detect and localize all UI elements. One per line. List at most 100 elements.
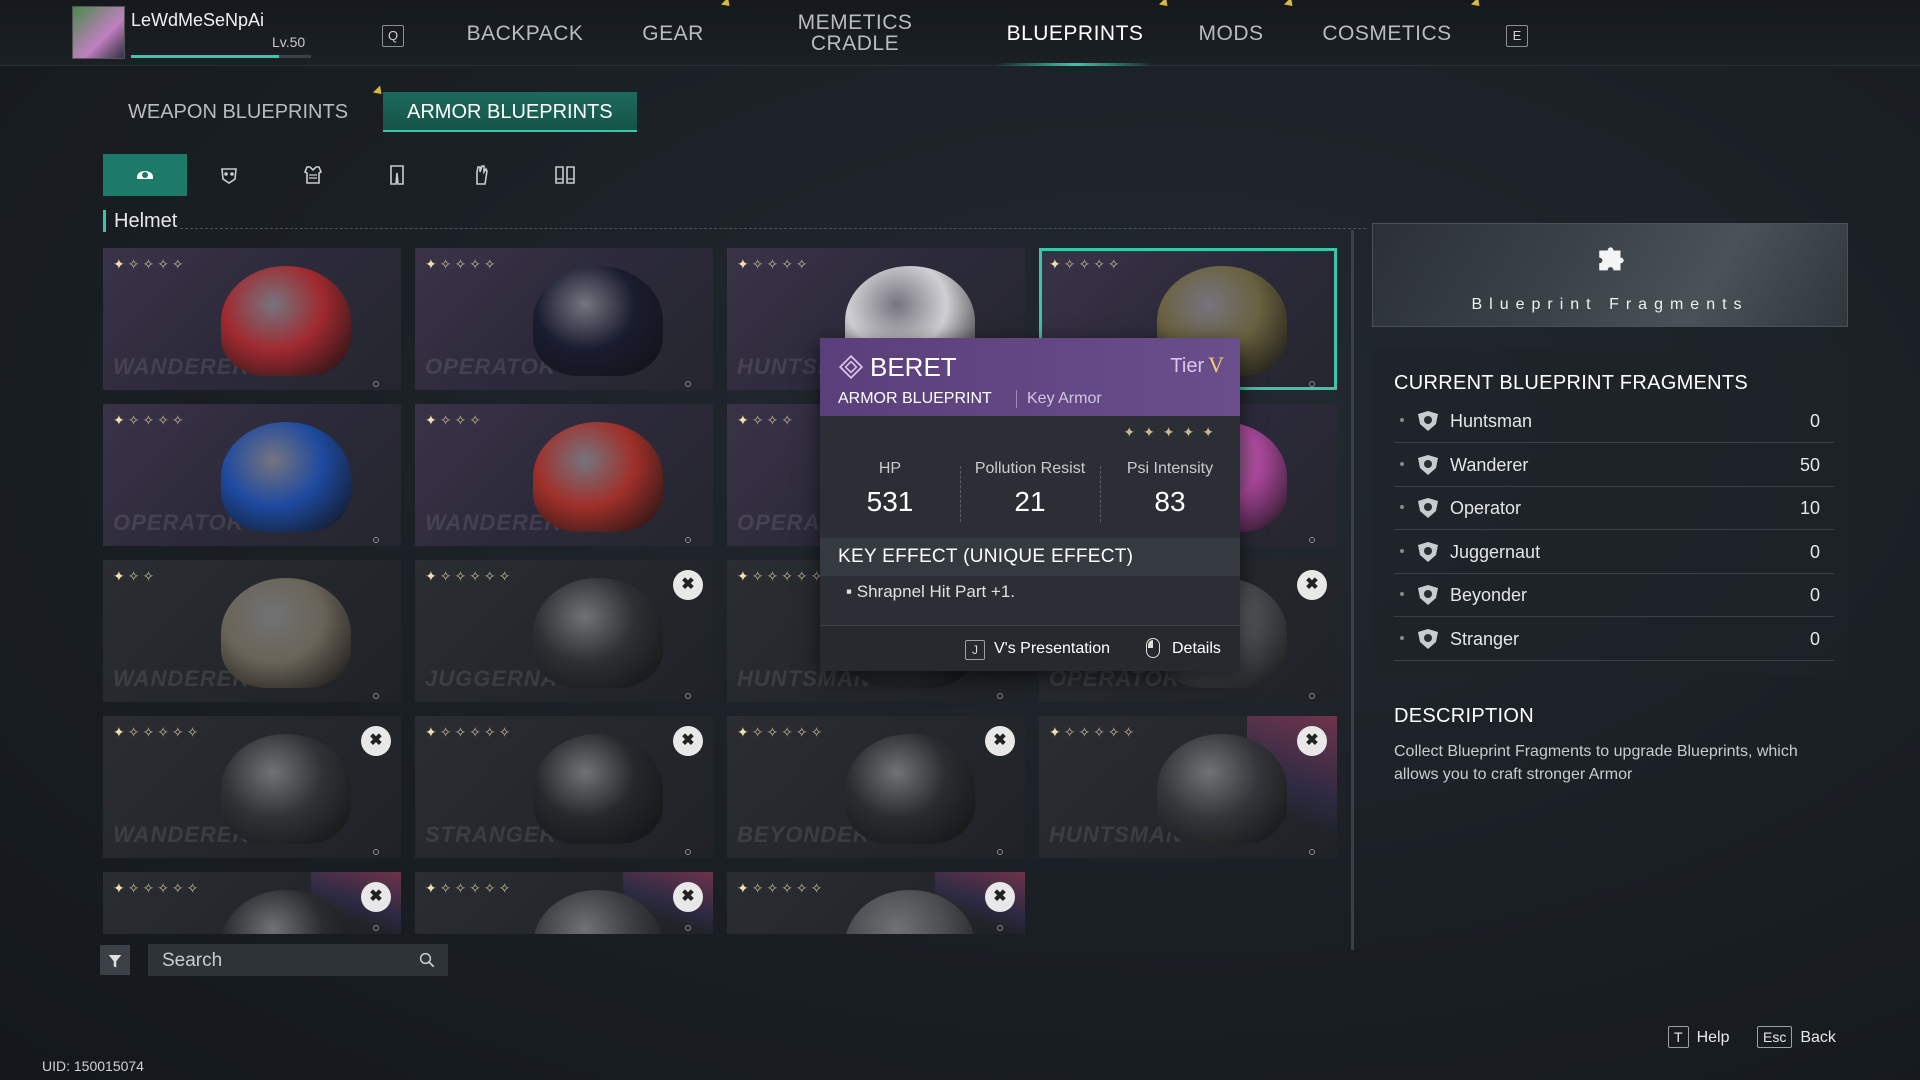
blueprint-card[interactable]: BEYONDER ✦✧✧✧✧✧ ✖ (727, 716, 1025, 858)
stat-value: 531 (866, 486, 914, 517)
blueprint-diamond-icon (838, 354, 864, 380)
locked-puzzle-icon: ✖ (361, 882, 391, 912)
card-indicator-dot (373, 537, 379, 543)
card-indicator-dot (685, 693, 691, 699)
key-effect-title: KEY EFFECT (UNIQUE EFFECT) (820, 538, 1240, 576)
locked-puzzle-icon: ✖ (985, 726, 1015, 756)
grid-scrollbar[interactable] (1351, 230, 1354, 950)
helmet-image (221, 422, 351, 532)
category-mask-button[interactable] (187, 154, 271, 196)
helmet-image (845, 734, 975, 844)
blueprint-card[interactable]: ✦✧✧✧✧✧ ✖ (103, 872, 401, 934)
blueprint-card[interactable]: WANDERER ✦✧✧ (103, 560, 401, 702)
description-title: DESCRIPTION (1394, 705, 1534, 727)
search-icon[interactable] (418, 951, 436, 969)
avatar[interactable] (72, 6, 125, 59)
stat-label: Pollution Resist (974, 460, 1086, 477)
nav-memetics-cradle[interactable]: MEMETICS CRADLE (770, 0, 940, 66)
fragment-row: Juggernaut 0 (1394, 531, 1834, 574)
presentation-button[interactable]: V's Presentation (994, 640, 1110, 658)
card-faction-label: STRANGER (425, 822, 557, 847)
fragment-name: Stranger (1450, 628, 1520, 649)
fragment-count: 0 (1809, 628, 1820, 649)
blueprint-card[interactable]: STRANGER ✦✧✧✧✧✧ ✖ (415, 716, 713, 858)
faction-emblem-icon (1418, 454, 1438, 475)
blueprint-card[interactable]: WANDERER ✦✧✧✧✧✧ ✖ (103, 716, 401, 858)
banner-label: Blueprint Fragments (1471, 296, 1749, 313)
bullet (1400, 505, 1404, 509)
category-boots-button[interactable] (523, 154, 607, 196)
tooltip-title: BERET (870, 352, 957, 382)
help-hint[interactable]: T Help (1668, 1026, 1729, 1048)
blueprint-card[interactable]: HUNTSMAN ✦✧✧✧✧✧ ✖ (1039, 716, 1337, 858)
tab-weapon-blueprints[interactable]: WEAPON BLUEPRINTS (104, 92, 372, 132)
fragment-row: Huntsman 0 (1394, 400, 1834, 443)
card-indicator-dot (997, 849, 1003, 855)
nav-left-key[interactable]: Q (382, 25, 404, 47)
details-button[interactable]: Details (1172, 640, 1221, 658)
tab-armor-blueprints[interactable]: ARMOR BLUEPRINTS (383, 92, 637, 132)
mouse-icon (1146, 638, 1160, 658)
filter-button[interactable] (100, 945, 130, 975)
helmet-image (221, 734, 351, 844)
card-indicator-dot (685, 925, 691, 931)
blueprint-card[interactable]: ✦✧✧✧✧✧ ✖ (727, 872, 1025, 934)
locked-puzzle-icon: ✖ (673, 570, 703, 600)
card-stars: ✦✧✧✧✧✧ (737, 568, 826, 584)
stat-pollution-resist: Pollution Resist 21 (960, 460, 1100, 518)
armor-category-bar (103, 154, 607, 196)
fragment-name: Juggernaut (1450, 541, 1541, 562)
nav-mods[interactable]: MODS (1185, 0, 1277, 66)
stat-label: HP (878, 460, 902, 477)
bullet (1400, 548, 1404, 553)
blueprint-card[interactable]: WANDERER ✦✧✧✧✧ (103, 248, 401, 390)
nav-cosmetics[interactable]: COSMETICS (1312, 0, 1462, 66)
bullet (1400, 418, 1404, 422)
blueprint-card[interactable]: OPERATOR ✦✧✧✧✧ (415, 248, 713, 390)
search-placeholder: Search (162, 950, 223, 971)
fragment-count: 0 (1809, 585, 1820, 605)
fragment-count: 50 (1799, 454, 1820, 475)
card-indicator-dot (685, 381, 691, 387)
nav-blueprints[interactable]: BLUEPRINTS (995, 0, 1155, 66)
tooltip-footer: J V's Presentation Details (820, 625, 1240, 671)
card-faction-label: OPERATOR (425, 354, 556, 379)
card-indicator-dot (1309, 849, 1315, 855)
search-input[interactable]: Search (148, 944, 448, 976)
blueprint-card[interactable]: ✦✧✧✧✧✧ ✖ (415, 872, 713, 934)
stat-psi-intensity: Psi Intensity 83 (1100, 460, 1240, 518)
fragment-name: Operator (1450, 498, 1522, 518)
category-chest-button[interactable] (271, 154, 355, 196)
blueprint-card[interactable]: WANDERER ✦✧✧✧ (415, 404, 713, 546)
stat-value: 21 (1014, 486, 1046, 517)
helmet-image (533, 266, 663, 376)
nav-right-key[interactable]: E (1506, 25, 1528, 47)
helmet-image (1157, 734, 1287, 844)
helmet-image (533, 578, 663, 688)
category-legs-button[interactable] (355, 154, 439, 196)
active-tab-underline (995, 63, 1155, 66)
gloves-icon (476, 165, 488, 185)
nav-cosmetics-label: COSMETICS (1322, 21, 1452, 45)
category-gloves-button[interactable] (439, 154, 523, 196)
category-helmet-button[interactable] (103, 154, 187, 196)
card-stars: ✦✧✧✧✧✧ (425, 880, 514, 896)
blueprint-card[interactable]: JUGGERNAUT ✦✧✧✧✧✧ ✖ (415, 560, 713, 702)
blueprint-card[interactable]: OPERATOR ✦✧✧✧✧ (103, 404, 401, 546)
player-name: LeWdMeSeNpAi (131, 10, 265, 30)
fragment-row: Beyonder 0 (1394, 574, 1834, 617)
boots-icon (555, 166, 575, 184)
card-indicator-dot (373, 693, 379, 699)
back-hint[interactable]: Esc Back (1757, 1026, 1836, 1048)
faction-emblem-icon (1418, 411, 1438, 431)
nav-backpack[interactable]: BACKPACK (455, 0, 595, 66)
bullet (1400, 635, 1404, 640)
presentation-key[interactable]: J (965, 640, 985, 660)
card-stars: ✦✧✧✧✧ (113, 256, 187, 272)
card-stars: ✦✧✧✧✧✧ (737, 724, 826, 740)
card-stars: ✦✧✧✧✧✧ (425, 724, 514, 740)
stat-hp: HP 531 (820, 460, 960, 518)
helmet-image (533, 734, 663, 844)
card-stars: ✦✧✧✧✧✧ (425, 568, 514, 584)
nav-gear[interactable]: GEAR (625, 0, 721, 66)
